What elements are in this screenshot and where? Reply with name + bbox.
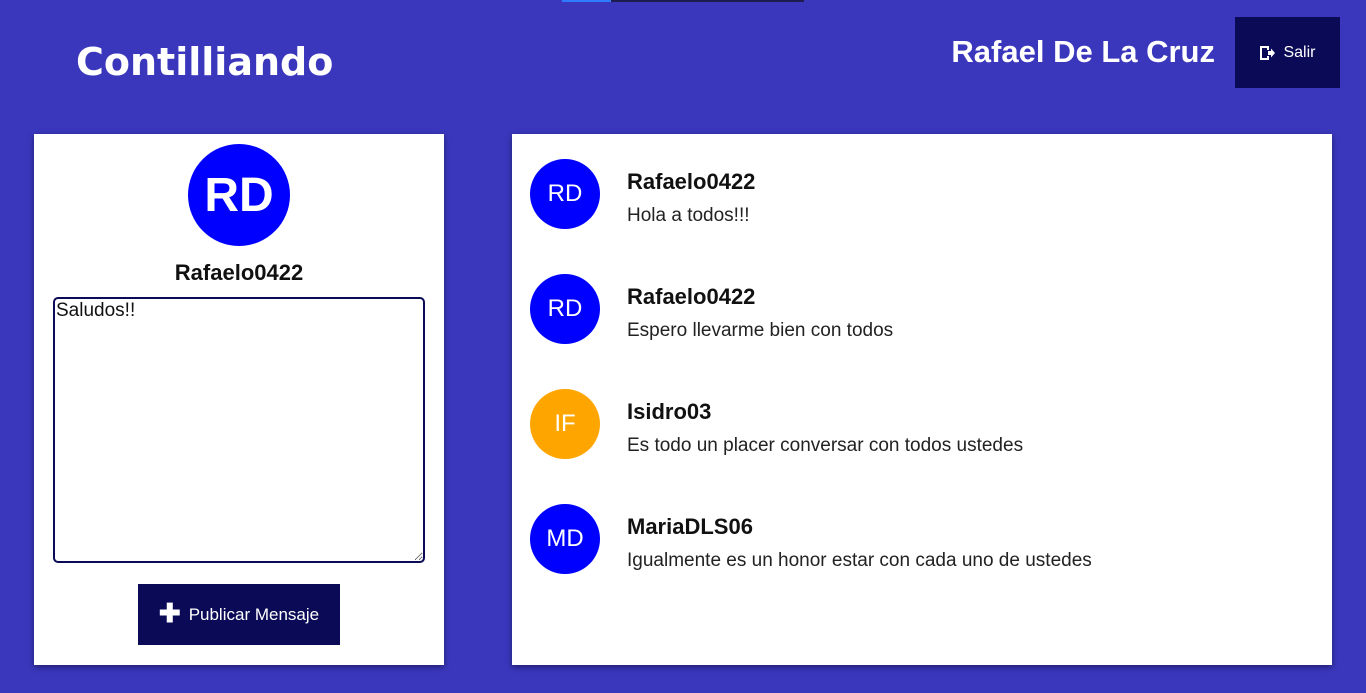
- top-progress-segment: [562, 0, 611, 2]
- profile-card: RD Rafaelo0422 Saludos!! ✚ Publicar Mens…: [34, 134, 444, 665]
- message-text: Hola a todos!!!: [627, 205, 750, 226]
- avatar: RD: [188, 144, 290, 246]
- avatar: MD: [530, 504, 600, 574]
- message-text: Es todo un placer conversar con todos us…: [627, 435, 1024, 456]
- message-feed: RD Rafaelo0422 Hola a todos!!! RD Rafael…: [512, 134, 1332, 665]
- message-author: Rafaelo0422: [627, 169, 756, 194]
- message-input[interactable]: Saludos!!: [53, 297, 425, 563]
- publish-message-button[interactable]: ✚ Publicar Mensaje: [138, 584, 340, 645]
- avatar: RD: [530, 274, 600, 344]
- message-text: Espero llevarme bien con todos: [627, 320, 894, 341]
- logout-icon: [1260, 45, 1276, 60]
- list-item: IF Isidro03 Es todo un placer conversar …: [530, 389, 1310, 461]
- publish-label: Publicar Mensaje: [188, 604, 320, 624]
- logout-button[interactable]: Salir: [1235, 17, 1340, 88]
- avatar: RD: [530, 159, 600, 229]
- plus-icon: ✚: [158, 598, 181, 628]
- message-author: MariaDLS06: [627, 514, 753, 539]
- app-brand: Contilliando: [76, 40, 334, 84]
- logout-label: Salir: [1283, 43, 1316, 61]
- profile-handle: Rafaelo0422: [174, 260, 304, 285]
- current-user-name: Rafael De La Cruz: [951, 34, 1215, 69]
- avatar: IF: [530, 389, 600, 459]
- list-item: MD MariaDLS06 Igualmente es un honor est…: [530, 504, 1310, 576]
- message-text: Igualmente es un honor estar con cada un…: [627, 550, 1092, 571]
- list-item: RD Rafaelo0422 Espero llevarme bien con …: [530, 274, 1310, 346]
- message-author: Isidro03: [627, 399, 712, 424]
- list-item: RD Rafaelo0422 Hola a todos!!!: [530, 159, 1310, 231]
- top-progress-strip: [562, 0, 804, 2]
- message-author: Rafaelo0422: [627, 284, 756, 309]
